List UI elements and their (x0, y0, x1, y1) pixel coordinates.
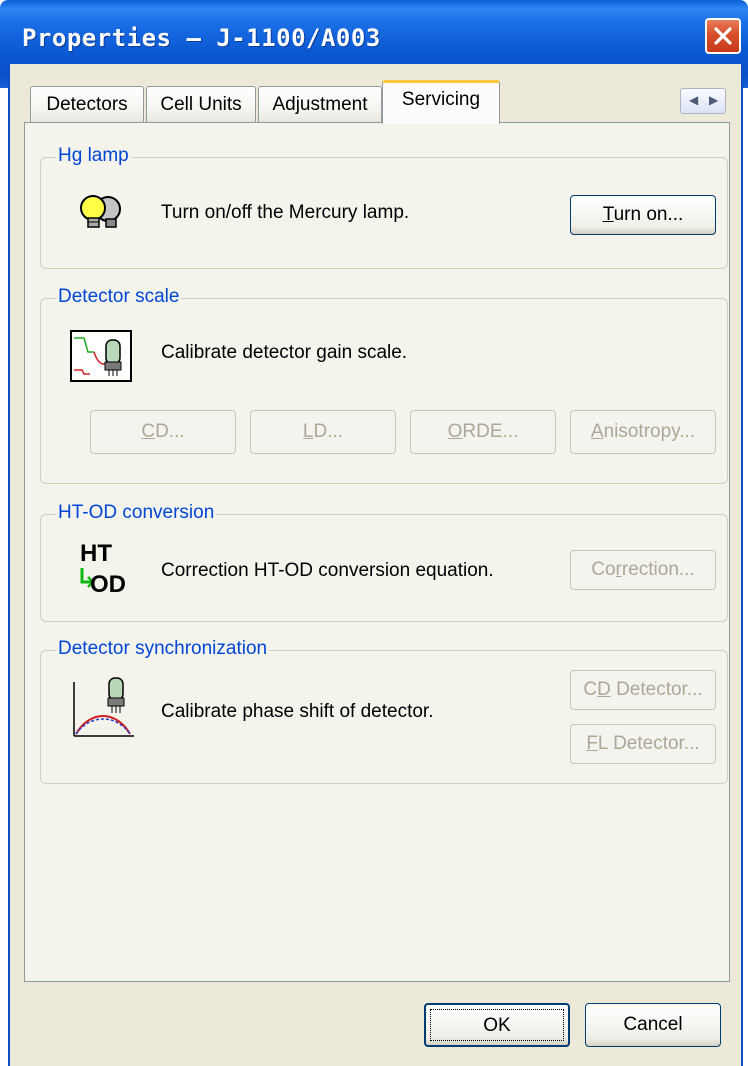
correction-button-rest: rection... (621, 559, 695, 580)
cd-detector-button-mnemonic: D (597, 679, 611, 700)
fl-detector-button-mnemonic: F (586, 733, 598, 754)
close-button[interactable] (705, 18, 741, 54)
tab-detectors-label: Detectors (46, 94, 128, 115)
cd-detector-button[interactable]: CD Detector... (570, 670, 716, 710)
anisotropy-button[interactable]: Anisotropy... (570, 410, 716, 454)
properties-window: Properties – J-1100/A003 Detectors Cell … (0, 0, 748, 1066)
detector-scale-group-title: Detector scale (56, 286, 182, 308)
detector-scale-group (40, 298, 728, 484)
tab-adjustment-label: Adjustment (272, 94, 368, 115)
orde-button[interactable]: ORDE... (410, 410, 556, 454)
ht-od-icon-od: OD (90, 571, 126, 598)
window-title: Properties – J-1100/A003 (22, 24, 381, 52)
scroll-right-icon[interactable]: ▶ (709, 93, 718, 107)
ok-button[interactable]: OK (424, 1003, 570, 1047)
tab-detectors[interactable]: Detectors (30, 86, 144, 122)
orde-button-rest: RDE... (462, 421, 519, 442)
ht-od-icon-ht: HT (80, 540, 112, 567)
hg-lamp-description: Turn on/off the Mercury lamp. (161, 202, 410, 223)
detector-scale-description: Calibrate detector gain scale. (161, 342, 408, 363)
cancel-button-label: Cancel (623, 1014, 683, 1035)
orde-button-mnemonic: O (447, 421, 463, 442)
ok-button-label: OK (483, 1015, 511, 1036)
tab-servicing-label: Servicing (401, 89, 481, 110)
correction-button-prefix: Co (591, 559, 616, 580)
ht-od-description: Correction HT-OD conversion equation. (161, 560, 494, 581)
ld-button-mnemonic: L (302, 421, 314, 442)
hg-lamp-group-title: Hg lamp (56, 145, 131, 167)
cd-detector-button-rest: Detector... (610, 679, 703, 700)
detector-scale-icon (70, 330, 132, 382)
scroll-left-icon[interactable]: ◀ (689, 93, 698, 107)
ht-od-icon: HT OD (78, 540, 138, 604)
cancel-button[interactable]: Cancel (585, 1003, 721, 1047)
cd-button[interactable]: CD... (90, 410, 236, 454)
detector-sync-description: Calibrate phase shift of detector. (161, 701, 434, 722)
cd-button-rest: D... (155, 421, 185, 442)
tab-scroll-buttons[interactable]: ◀ ▶ (680, 88, 726, 114)
fl-detector-button[interactable]: FL Detector... (570, 724, 716, 764)
anisotropy-button-mnemonic: A (590, 421, 604, 442)
lightbulb-icon (80, 195, 121, 228)
tab-cell-units[interactable]: Cell Units (146, 86, 256, 122)
close-icon (714, 27, 732, 45)
correction-button[interactable]: Correction... (570, 550, 716, 590)
ld-button[interactable]: LD... (250, 410, 396, 454)
fl-detector-button-rest: L Detector... (597, 733, 700, 754)
ht-od-group-title: HT-OD conversion (56, 502, 217, 524)
turn-on-button-mnemonic: T (602, 204, 614, 225)
cd-detector-button-prefix: C (583, 679, 598, 700)
anisotropy-button-rest: nisotropy... (603, 421, 696, 442)
tab-servicing[interactable]: Servicing (382, 80, 500, 124)
detector-sync-group-title: Detector synchronization (56, 638, 270, 660)
cd-button-mnemonic: C (141, 421, 156, 442)
phase-shift-icon (73, 677, 134, 737)
tab-adjustment[interactable]: Adjustment (258, 86, 382, 122)
turn-on-button-rest: urn on... (613, 204, 684, 225)
ld-button-rest: D... (313, 421, 344, 442)
tab-cell-units-label: Cell Units (160, 94, 242, 115)
turn-on-button[interactable]: Turn on... (570, 195, 716, 235)
